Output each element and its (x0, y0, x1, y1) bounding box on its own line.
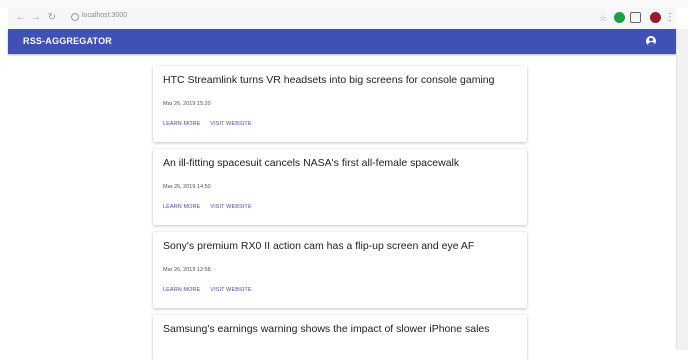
profile-avatar-icon[interactable] (650, 12, 661, 23)
forward-arrow-icon[interactable]: → (29, 11, 43, 25)
article-card: An ill-fitting spacesuit cancels NASA's … (153, 149, 527, 225)
browser-toolbar: ← → ↻ localhost:3000 ☆ ⋮ (8, 8, 676, 30)
visit-website-button[interactable]: VISIT WEBSITE (210, 287, 251, 293)
address-bar[interactable]: localhost:3000 (69, 11, 549, 25)
article-actions: LEARN MORE VISIT WEBSITE (163, 121, 262, 127)
article-title: HTC Streamlink turns VR headsets into bi… (163, 74, 495, 86)
article-date: Mar 26, 2019 12:58 (163, 267, 211, 273)
article-card: Sony's premium RX0 II action cam has a f… (153, 232, 527, 308)
visit-website-button[interactable]: VISIT WEBSITE (210, 204, 251, 210)
app-bar: RSS-AGGREGATOR (8, 29, 676, 54)
article-actions: LEARN MORE VISIT WEBSITE (163, 204, 262, 210)
reload-icon[interactable]: ↻ (45, 11, 59, 25)
learn-more-button[interactable]: LEARN MORE (163, 287, 200, 293)
article-date: Mar 26, 2019 14:50 (163, 184, 211, 190)
url-text[interactable]: localhost:3000 (82, 12, 127, 19)
article-card: HTC Streamlink turns VR headsets into bi… (153, 66, 527, 142)
article-card: Samsung's earnings warning shows the imp… (153, 315, 527, 360)
account-circle-icon[interactable] (646, 36, 656, 46)
bookmark-star-icon[interactable]: ☆ (596, 11, 610, 25)
learn-more-button[interactable]: LEARN MORE (163, 204, 200, 210)
article-date: Mar 26, 2019 15:20 (163, 101, 211, 107)
article-title: Sony's premium RX0 II action cam has a f… (163, 240, 475, 252)
scrollbar[interactable] (676, 29, 688, 350)
article-actions: LEARN MORE VISIT WEBSITE (163, 287, 262, 293)
article-title: An ill-fitting spacesuit cancels NASA's … (163, 157, 460, 169)
visit-website-button[interactable]: VISIT WEBSITE (210, 121, 251, 127)
back-arrow-icon[interactable]: ← (14, 11, 28, 25)
extension-green-icon[interactable] (614, 12, 625, 23)
app-title: RSS-AGGREGATOR (23, 36, 112, 46)
article-title: Samsung's earnings warning shows the imp… (163, 323, 490, 335)
menu-dots-icon[interactable]: ⋮ (663, 11, 677, 25)
site-info-icon[interactable] (71, 13, 79, 21)
page-top-strip (0, 0, 688, 8)
extension-shield-icon[interactable] (630, 12, 641, 23)
learn-more-button[interactable]: LEARN MORE (163, 121, 200, 127)
